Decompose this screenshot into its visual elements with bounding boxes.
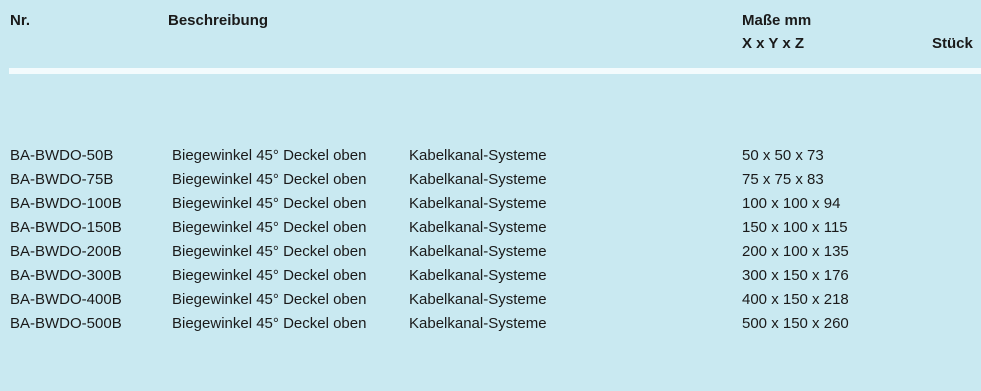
cell-nr: BA-BWDO-200B: [10, 243, 122, 260]
cell-nr: BA-BWDO-500B: [10, 315, 122, 332]
cell-masse: 300 x 150 x 176: [742, 267, 849, 284]
cell-category: Kabelkanal-Systeme: [409, 243, 547, 260]
cell-beschreibung: Biegewinkel 45° Deckel oben: [172, 219, 367, 236]
header-divider: [9, 68, 981, 74]
cell-masse: 75 x 75 x 83: [742, 171, 824, 188]
table-row: BA-BWDO-150B Biegewinkel 45° Deckel oben K…: [0, 216, 981, 240]
cell-beschreibung: Biegewinkel 45° Deckel oben: [172, 171, 367, 188]
cell-beschreibung: Biegewinkel 45° Deckel oben: [172, 267, 367, 284]
cell-category: Kabelkanal-Systeme: [409, 291, 547, 308]
table-body: BA-BWDO-50B Biegewinkel 45° Deckel oben Ka…: [0, 144, 981, 336]
table-row: BA-BWDO-400B Biegewinkel 45° Deckel oben K…: [0, 288, 981, 312]
table-row: BA-BWDO-100B Biegewinkel 45° Deckel oben K…: [0, 192, 981, 216]
table-row: BA-BWDO-50B Biegewinkel 45° Deckel oben Ka…: [0, 144, 981, 168]
table-row: BA-BWDO-300B Biegewinkel 45° Deckel oben K…: [0, 264, 981, 288]
cell-masse: 400 x 150 x 218: [742, 291, 849, 308]
cell-category: Kabelkanal-Systeme: [409, 315, 547, 332]
column-subheader-xyz: X x Y x Z: [742, 35, 804, 52]
cell-category: Kabelkanal-Systeme: [409, 219, 547, 236]
cell-category: Kabelkanal-Systeme: [409, 171, 547, 188]
cell-masse: 50 x 50 x 73: [742, 147, 824, 164]
column-header-masse: Maße mm: [742, 12, 812, 29]
table-row: BA-BWDO-500B Biegewinkel 45° Deckel oben K…: [0, 312, 981, 336]
cell-masse: 100 x 100 x 94: [742, 195, 841, 212]
column-header-stueck: Stück: [932, 35, 973, 52]
column-header-beschreibung: Beschreibung: [168, 12, 269, 29]
table-header: Nr. Beschreibung Maße mm X x Y x Z Stück: [0, 0, 981, 70]
cell-masse: 200 x 100 x 135: [742, 243, 849, 260]
table-row: BA-BWDO-75B Biegewinkel 45° Deckel oben Ka…: [0, 168, 981, 192]
cell-beschreibung: Biegewinkel 45° Deckel oben: [172, 291, 367, 308]
cell-nr: BA-BWDO-50B: [10, 147, 114, 164]
cell-nr: BA-BWDO-150B: [10, 219, 122, 236]
cell-beschreibung: Biegewinkel 45° Deckel oben: [172, 243, 367, 260]
cell-nr: BA-BWDO-400B: [10, 291, 122, 308]
cell-masse: 500 x 150 x 260: [742, 315, 849, 332]
cell-beschreibung: Biegewinkel 45° Deckel oben: [172, 315, 367, 332]
cell-category: Kabelkanal-Systeme: [409, 267, 547, 284]
cell-category: Kabelkanal-Systeme: [409, 195, 547, 212]
column-header-nr: Nr.: [10, 12, 31, 29]
cell-nr: BA-BWDO-100B: [10, 195, 122, 212]
cell-category: Kabelkanal-Systeme: [409, 147, 547, 164]
cell-beschreibung: Biegewinkel 45° Deckel oben: [172, 147, 367, 164]
cell-beschreibung: Biegewinkel 45° Deckel oben: [172, 195, 367, 212]
cell-nr: BA-BWDO-300B: [10, 267, 122, 284]
table-row: BA-BWDO-200B Biegewinkel 45° Deckel oben K…: [0, 240, 981, 264]
cell-nr: BA-BWDO-75B: [10, 171, 114, 188]
cell-masse: 150 x 100 x 115: [742, 219, 848, 236]
